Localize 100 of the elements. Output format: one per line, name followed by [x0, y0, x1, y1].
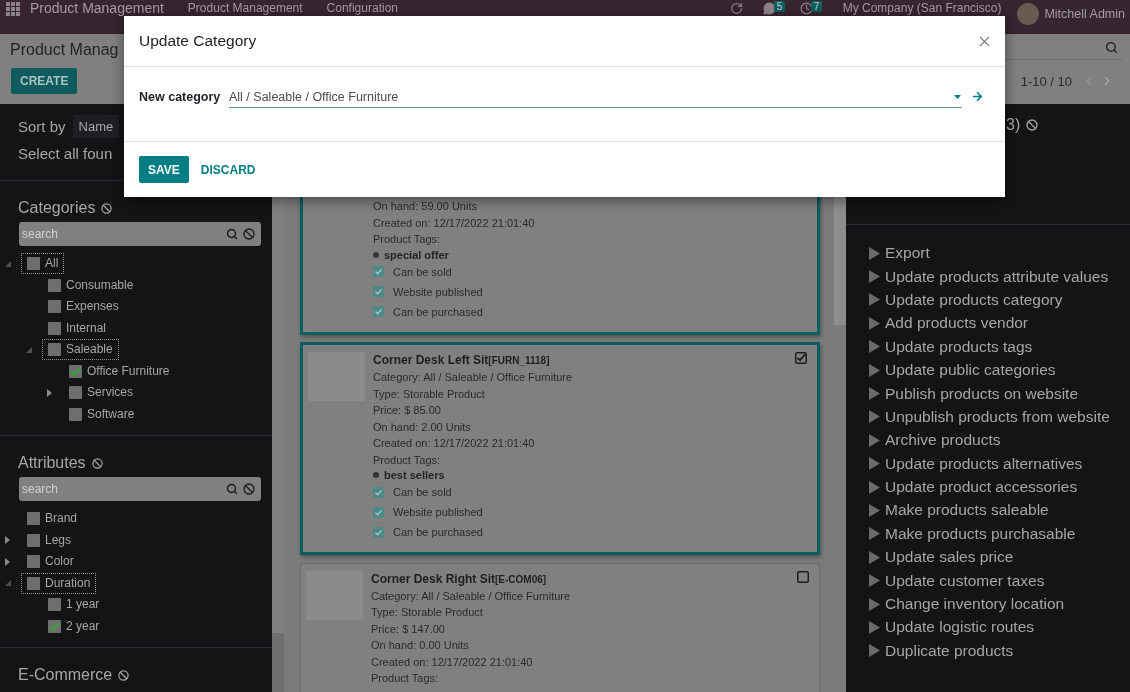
count-badge: 7	[810, 1, 823, 12]
checkbox[interactable]	[27, 576, 40, 590]
checkbox[interactable]	[69, 364, 82, 378]
menu-item[interactable]: Product Management	[187, 1, 303, 15]
field-text: Created on: 12/17/2022 21:01:40	[371, 654, 534, 670]
search-icon[interactable]	[1105, 41, 1118, 54]
create-button[interactable]: CREATE	[11, 68, 78, 94]
ban-icon[interactable]	[101, 202, 113, 214]
ban-icon[interactable]	[91, 457, 103, 469]
action-item[interactable]: Export	[869, 241, 1130, 265]
action-item[interactable]: Make products purchasable	[869, 522, 1130, 546]
apps-grid-icon[interactable]	[6, 2, 20, 16]
checkbox[interactable]	[48, 300, 61, 314]
sort-label: Sort by	[18, 117, 66, 135]
clock-icon[interactable]	[799, 2, 813, 15]
checkbox[interactable]	[27, 257, 40, 271]
sort-select[interactable]: Name	[72, 114, 120, 138]
ban-icon[interactable]	[243, 228, 255, 240]
caret-right-icon[interactable]	[47, 388, 52, 397]
caret-down-icon[interactable]	[26, 346, 32, 353]
checkbox[interactable]	[69, 386, 82, 400]
select-checkbox[interactable]	[797, 570, 809, 583]
caret-right-icon	[869, 363, 880, 377]
checkbox[interactable]	[48, 321, 61, 335]
action-item[interactable]: Update products tags	[869, 335, 1130, 359]
field-text: Product Tags:	[371, 671, 440, 686]
caret-right-icon	[869, 387, 880, 401]
checkbox[interactable]	[27, 512, 40, 526]
flag-label: Can be sold	[393, 486, 452, 498]
filter-label[interactable]: Services	[87, 385, 133, 401]
menu-item[interactable]: Configuration	[326, 1, 398, 15]
product-card[interactable]	[300, 342, 820, 555]
field-text: Category: All / Saleable / Office Furniture	[373, 370, 573, 385]
caret-right-icon[interactable]	[5, 557, 10, 566]
filter-label[interactable]: Legs	[45, 532, 72, 548]
user-name[interactable]: Mitchell Admin	[1044, 7, 1125, 21]
checkbox[interactable]	[48, 278, 61, 292]
filter-label[interactable]: Consumable	[66, 277, 134, 293]
caret-right-icon[interactable]	[5, 536, 10, 545]
arrow-right-icon[interactable]	[971, 90, 984, 103]
field-text: Price: $ 85.00	[373, 403, 442, 418]
action-item[interactable]: Duplicate products	[869, 639, 1130, 663]
chat-icon[interactable]	[762, 2, 776, 15]
checkbox[interactable]	[48, 598, 61, 612]
action-item[interactable]: Update public categories	[869, 358, 1130, 382]
action-item[interactable]: Unpublish products from website	[869, 405, 1130, 429]
circular-arrow-icon[interactable]	[729, 2, 743, 15]
action-item[interactable]: Update logistic routes	[869, 615, 1130, 640]
select-all-link[interactable]: Select all foun	[18, 145, 113, 162]
product-name[interactable]: Corner Desk Right Sit	[371, 570, 496, 587]
filter-label[interactable]: Software	[87, 406, 135, 422]
action-item[interactable]: Archive products	[869, 428, 1130, 452]
ban-icon[interactable]	[118, 669, 130, 681]
checkbox[interactable]	[27, 533, 40, 547]
avatar-placeholder[interactable]	[1017, 3, 1040, 25]
filter-label[interactable]: Duration	[45, 575, 91, 591]
filter-label[interactable]: Color	[45, 554, 74, 570]
discard-button[interactable]: DISCARD	[200, 156, 256, 183]
ban-icon[interactable]	[243, 483, 255, 495]
company-name[interactable]: My Company (San Francisco)	[842, 1, 1002, 15]
checkbox[interactable]	[48, 619, 61, 633]
filter-label[interactable]: Expenses	[66, 299, 119, 315]
caret-right-icon	[869, 527, 880, 541]
section-title: Attributes	[18, 454, 86, 472]
action-item[interactable]: Update products category	[869, 288, 1130, 312]
caret-down-icon[interactable]	[5, 260, 11, 267]
checkbox[interactable]	[48, 343, 61, 357]
caret-down-icon[interactable]	[954, 94, 961, 99]
filter-label[interactable]: Internal	[66, 320, 107, 336]
filter-label[interactable]: Saleable	[66, 342, 113, 358]
caret-down-icon[interactable]	[5, 580, 11, 587]
category-field[interactable]: All / Saleable / Office Furniture	[229, 86, 962, 108]
action-item[interactable]: Update products alternatives	[869, 452, 1130, 476]
field-text: On hand: 59.00 Units	[373, 199, 478, 214]
action-item[interactable]: Publish products on website	[869, 381, 1130, 406]
search-icon[interactable]	[226, 483, 238, 495]
checkbox[interactable]	[27, 555, 40, 569]
pager-text[interactable]: 1-10 / 10	[1020, 73, 1072, 89]
caret-right-icon	[869, 597, 880, 611]
action-item[interactable]: Change inventory location	[869, 592, 1130, 616]
action-item[interactable]: Update products attribute values	[869, 264, 1130, 289]
action-item[interactable]: Update product accessories	[869, 475, 1130, 499]
action-item[interactable]: Update sales price	[869, 545, 1130, 569]
action-item[interactable]: Add products vendor	[869, 311, 1130, 336]
filter-label[interactable]: Brand	[45, 511, 78, 527]
filter-label[interactable]: Office Furniture	[87, 363, 170, 379]
filter-label[interactable]: 2 year	[66, 618, 100, 634]
action-item[interactable]: Update customer taxes	[869, 568, 1130, 593]
product-name[interactable]: Corner Desk Left Sit	[373, 352, 489, 368]
app-name[interactable]: Product Management	[30, 1, 164, 15]
checkbox[interactable]	[69, 407, 82, 421]
filter-label[interactable]: All	[45, 256, 59, 272]
search-icon[interactable]	[226, 228, 238, 240]
save-button[interactable]: SAVE	[139, 156, 189, 183]
product-card[interactable]: Corner Desk Right Sit[E-COM06] Category: All / Saleable / Office Furniture Type: Storable Product Price: $ 147.00 On hand: 0.00 Units Created on: 12/17/2022 21:01:40 Product Tags:	[300, 562, 820, 692]
action-item[interactable]: Make products saleable	[869, 498, 1130, 523]
filter-label[interactable]: 1 year	[66, 597, 100, 613]
caret-right-icon	[869, 504, 880, 517]
select-checkbox[interactable]	[795, 352, 807, 364]
ban-icon[interactable]	[1026, 119, 1039, 131]
